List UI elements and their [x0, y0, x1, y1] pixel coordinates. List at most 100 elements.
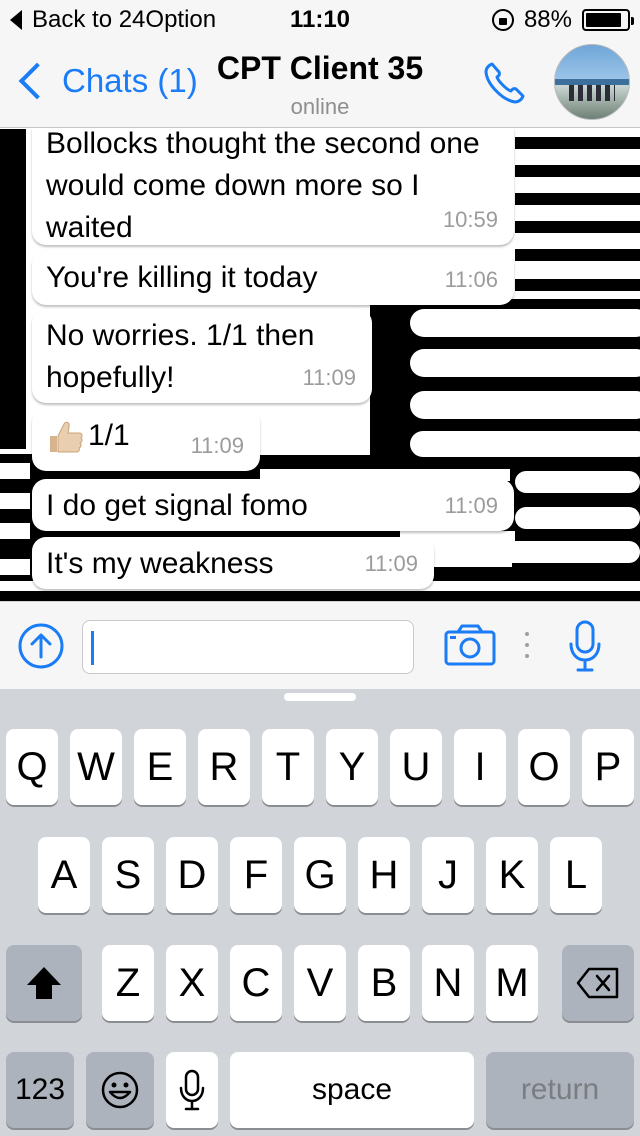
- chat-header: Chats (1) CPT Client 35 online: [0, 40, 640, 128]
- key-label: M: [495, 960, 529, 1005]
- chats-back-button[interactable]: Chats (1): [18, 62, 198, 100]
- key-e[interactable]: E: [134, 729, 186, 805]
- text-caret: [91, 631, 94, 665]
- key-h[interactable]: H: [358, 837, 410, 913]
- battery-icon: [582, 9, 634, 31]
- message-text: I do get signal fomo: [46, 489, 308, 522]
- composer-bar: [0, 601, 640, 689]
- camera-icon[interactable]: [444, 624, 496, 666]
- key-l[interactable]: L: [550, 837, 602, 913]
- key-o[interactable]: O: [518, 729, 570, 805]
- message-bubble[interactable]: Bollocks thought the second one would co…: [32, 129, 514, 245]
- key-label: H: [369, 852, 399, 897]
- delete-key[interactable]: [562, 945, 634, 1021]
- key-z[interactable]: Z: [102, 945, 154, 1021]
- key-label: F: [243, 852, 269, 897]
- message-bubble[interactable]: You're killing it today 11:06: [32, 251, 514, 305]
- key-b[interactable]: B: [358, 945, 410, 1021]
- message-list[interactable]: Bollocks thought the second one would co…: [0, 129, 640, 601]
- rotation-lock-icon: [491, 9, 514, 31]
- key-g[interactable]: G: [294, 837, 346, 913]
- message-time: 11:09: [444, 493, 498, 518]
- key-label: V: [306, 960, 334, 1005]
- key-n[interactable]: N: [422, 945, 474, 1021]
- key-k[interactable]: K: [486, 837, 538, 913]
- battery-percent: 88%: [523, 6, 572, 33]
- keyboard: QWERTYUIOP ASDFGHJKL ZXCVBNM 123 space r: [0, 689, 640, 1136]
- numbers-key-label: 123: [14, 1073, 66, 1106]
- contact-name[interactable]: CPT Client 35: [190, 50, 450, 87]
- microphone-icon[interactable]: [568, 620, 602, 672]
- backspace-icon: [576, 967, 619, 999]
- key-q[interactable]: Q: [6, 729, 58, 805]
- message-time: 10:59: [442, 207, 498, 232]
- key-x[interactable]: X: [166, 945, 218, 1021]
- key-t[interactable]: T: [262, 729, 314, 805]
- key-label: I: [474, 744, 486, 789]
- key-label: P: [594, 744, 622, 789]
- key-label: G: [304, 852, 336, 897]
- message-time: 11:09: [190, 433, 244, 458]
- chevron-left-icon: [18, 62, 56, 100]
- message-text: Bollocks thought the second one would co…: [46, 129, 480, 244]
- message-time: 11:09: [364, 551, 418, 576]
- message-bubble[interactable]: It's my weakness 11:09: [32, 537, 434, 589]
- key-label: C: [241, 960, 271, 1005]
- space-key-label: space: [311, 1073, 393, 1106]
- key-label: N: [433, 960, 463, 1005]
- key-label: J: [438, 852, 458, 897]
- message-text: 1/1: [88, 419, 130, 452]
- key-label: Z: [115, 960, 141, 1005]
- key-s[interactable]: S: [102, 837, 154, 913]
- key-w[interactable]: W: [70, 729, 122, 805]
- key-m[interactable]: M: [486, 945, 538, 1021]
- key-label: K: [498, 852, 526, 897]
- message-time: 11:06: [444, 267, 498, 292]
- dictation-key[interactable]: [166, 1052, 218, 1128]
- message-bubble[interactable]: I do get signal fomo 11:09: [32, 479, 514, 531]
- phone-call-icon[interactable]: [480, 58, 530, 108]
- contact-avatar[interactable]: [554, 44, 630, 120]
- message-text: You're killing it today: [46, 261, 318, 294]
- return-key[interactable]: return: [486, 1052, 634, 1128]
- key-p[interactable]: P: [582, 729, 634, 805]
- key-j[interactable]: J: [422, 837, 474, 913]
- chats-back-label: Chats (1): [62, 62, 198, 99]
- message-bubble[interactable]: 1/1 11:09: [32, 409, 260, 471]
- key-i[interactable]: I: [454, 729, 506, 805]
- key-v[interactable]: V: [294, 945, 346, 1021]
- key-a[interactable]: A: [38, 837, 90, 913]
- battery-level-fill: [586, 13, 622, 27]
- contact-status: online: [290, 94, 350, 119]
- key-label: X: [178, 960, 206, 1005]
- key-y[interactable]: Y: [326, 729, 378, 805]
- avatar-people: [569, 85, 615, 101]
- shift-arrow-icon: [27, 967, 61, 999]
- microphone-key-icon: [179, 1069, 205, 1111]
- space-key[interactable]: space: [230, 1052, 474, 1128]
- key-label: Q: [16, 744, 48, 789]
- key-label: E: [146, 744, 174, 789]
- key-label: T: [275, 744, 301, 789]
- key-d[interactable]: D: [166, 837, 218, 913]
- key-r[interactable]: R: [198, 729, 250, 805]
- key-label: S: [114, 852, 142, 897]
- numbers-key[interactable]: 123: [6, 1052, 74, 1128]
- key-label: U: [401, 744, 431, 789]
- message-input[interactable]: [82, 620, 414, 674]
- key-c[interactable]: C: [230, 945, 282, 1021]
- shift-key[interactable]: [6, 945, 82, 1021]
- key-f[interactable]: F: [230, 837, 282, 913]
- thumbs-up-icon: [50, 421, 83, 453]
- key-label: A: [50, 852, 78, 897]
- emoji-key[interactable]: [86, 1052, 154, 1128]
- share-upload-icon[interactable]: [18, 623, 64, 669]
- message-bubble[interactable]: No worries. 1/1 then hopefully! 11:09: [32, 309, 372, 403]
- key-u[interactable]: U: [390, 729, 442, 805]
- key-label: B: [370, 960, 398, 1005]
- key-label: D: [177, 852, 207, 897]
- keyboard-handle[interactable]: [284, 693, 356, 701]
- key-label: W: [77, 744, 115, 789]
- separator-dots-icon: [525, 632, 529, 658]
- key-label: O: [528, 744, 560, 789]
